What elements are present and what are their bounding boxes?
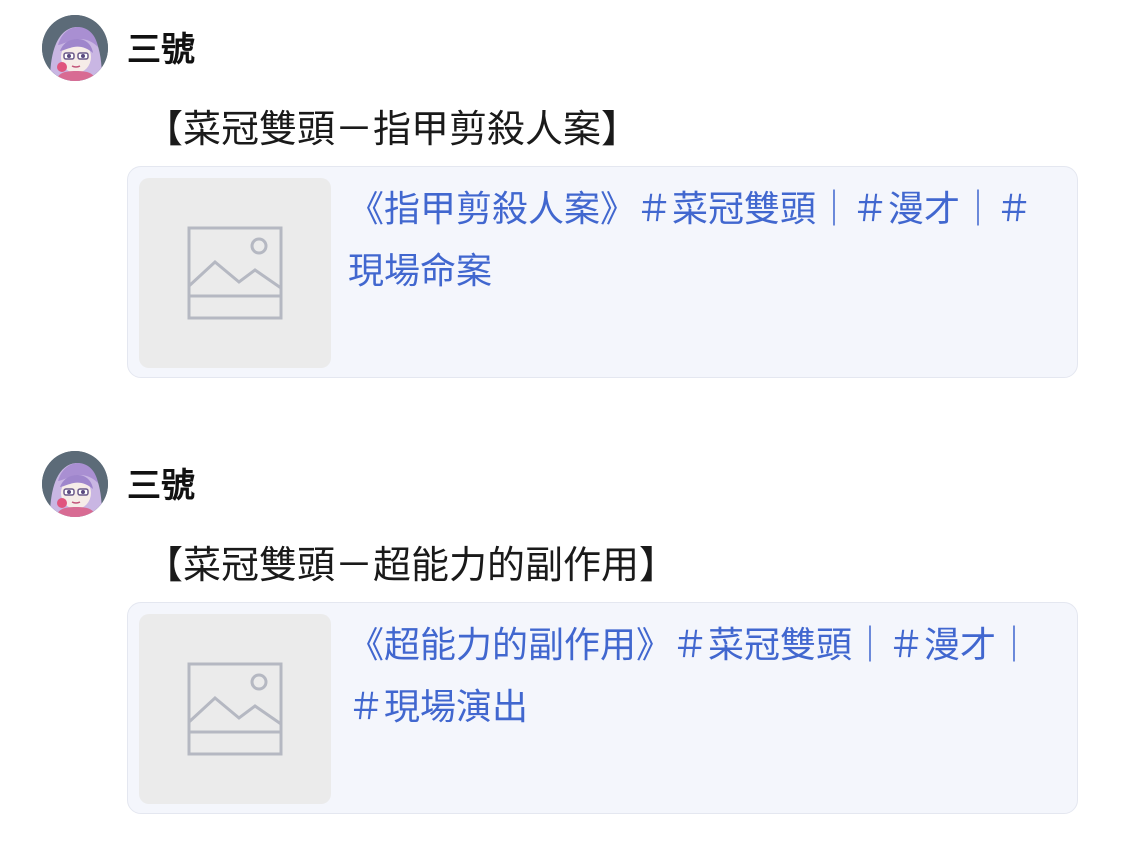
avatar[interactable] — [42, 451, 108, 517]
link-preview-card[interactable]: 《指甲剪殺人案》＃菜冠雙頭｜＃漫才｜＃現場命案 — [127, 166, 1078, 378]
link-thumbnail[interactable] — [139, 614, 331, 804]
message-title: 【菜冠雙頭－指甲剪殺人案】 — [145, 107, 640, 151]
anime-character-avatar-icon — [42, 451, 108, 517]
link-preview-card[interactable]: 《超能力的副作用》＃菜冠雙頭｜＃漫才｜＃現場演出 — [127, 602, 1078, 814]
link-preview-text[interactable]: 《指甲剪殺人案》＃菜冠雙頭｜＃漫才｜＃現場命案 — [348, 179, 1038, 303]
link-thumbnail[interactable] — [139, 178, 331, 368]
image-placeholder-icon — [187, 226, 283, 320]
image-placeholder-icon — [187, 662, 283, 756]
username[interactable]: 三號 — [127, 464, 195, 508]
link-preview-text[interactable]: 《超能力的副作用》＃菜冠雙頭｜＃漫才｜＃現場演出 — [348, 615, 1038, 739]
username[interactable]: 三號 — [127, 28, 195, 72]
anime-character-avatar-icon — [42, 15, 108, 81]
message-title: 【菜冠雙頭－超能力的副作用】 — [145, 543, 678, 587]
avatar[interactable] — [42, 15, 108, 81]
